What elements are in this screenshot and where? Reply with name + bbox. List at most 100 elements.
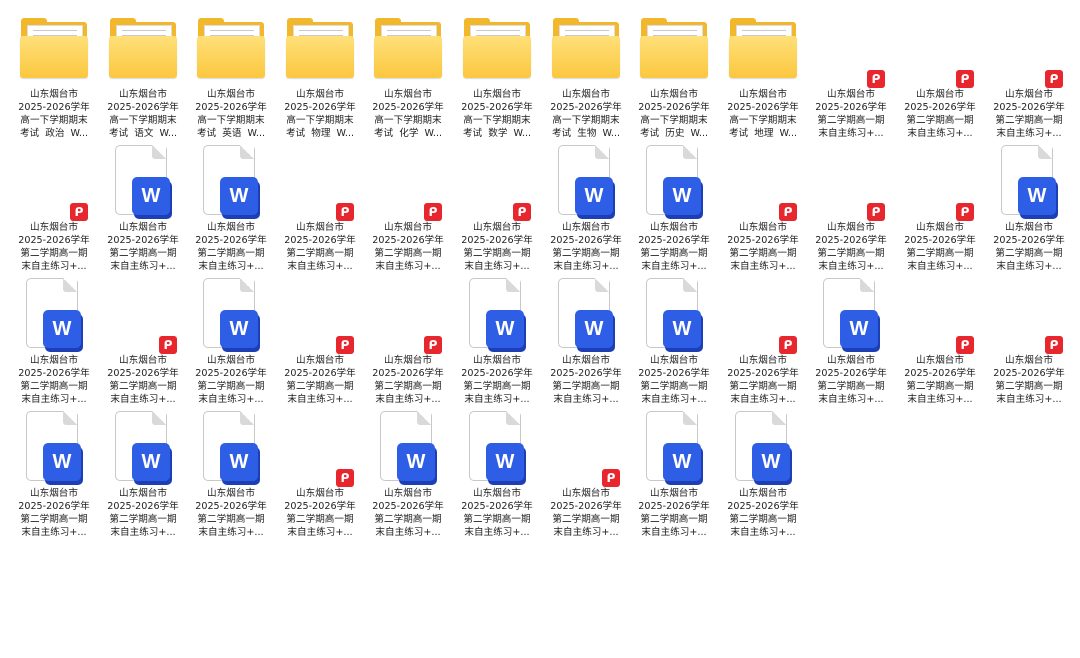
pdf-icon: ᑭ	[817, 143, 885, 221]
word-icon: W	[109, 143, 177, 221]
folder-item[interactable]: 山东烟台市 2025-2026学年 高一下学期期末 考试 语文 W...	[103, 8, 183, 139]
folder-item[interactable]: 山东烟台市 2025-2026学年 高一下学期期末 考试 物理 W...	[280, 8, 360, 139]
file-item[interactable]: W 山东烟台市 2025-2026学年 第二学期高一期 末自主练习+...	[723, 407, 803, 538]
page-fold	[63, 278, 77, 292]
file-item[interactable]: ᑭ 山东烟台市 2025-2026学年 第二学期高一期 末自主练习+...	[280, 407, 360, 538]
folder-item[interactable]: 山东烟台市 2025-2026学年 高一下学期期末 考试 历史 W...	[634, 8, 714, 139]
folder-item[interactable]: 山东烟台市 2025-2026学年 高一下学期期末 考试 生物 W...	[546, 8, 626, 139]
folder-icon	[640, 10, 708, 88]
file-item[interactable]: ᑭ 山东烟台市 2025-2026学年 第二学期高一期 末自主练习+...	[989, 8, 1069, 139]
word-badge-icon: W	[575, 310, 613, 348]
page-fold	[240, 411, 254, 425]
file-name-label: 山东烟台市 2025-2026学年 第二学期高一期 末自主练习+...	[815, 222, 887, 272]
file-name-label: 山东烟台市 2025-2026学年 第二学期高一期 末自主练习+...	[638, 355, 710, 405]
file-item[interactable]: ᑭ 山东烟台市 2025-2026学年 第二学期高一期 末自主练习+...	[900, 141, 980, 272]
word-badge-icon: W	[752, 443, 790, 481]
file-item[interactable]: ᑭ 山东烟台市 2025-2026学年 第二学期高一期 末自主练习+...	[811, 141, 891, 272]
folder-item[interactable]: 山东烟台市 2025-2026学年 高一下学期期末 考试 数学 W...	[457, 8, 537, 139]
folder-item[interactable]: 山东烟台市 2025-2026学年 高一下学期期末 考试 地理 W...	[723, 8, 803, 139]
file-item[interactable]: W 山东烟台市 2025-2026学年 第二学期高一期 末自主练习+...	[634, 407, 714, 538]
file-name-label: 山东烟台市 2025-2026学年 第二学期高一期 末自主练习+...	[284, 488, 356, 538]
file-item[interactable]: W 山东烟台市 2025-2026学年 第二学期高一期 末自主练习+...	[634, 274, 714, 405]
file-item[interactable]: W 山东烟台市 2025-2026学年 第二学期高一期 末自主练习+...	[103, 407, 183, 538]
file-name-label: 山东烟台市 2025-2026学年 第二学期高一期 末自主练习+...	[727, 355, 799, 405]
file-item[interactable]: ᑭ 山东烟台市 2025-2026学年 第二学期高一期 末自主练习+...	[14, 141, 94, 272]
file-item[interactable]: W 山东烟台市 2025-2026学年 第二学期高一期 末自主练习+...	[103, 141, 183, 272]
file-name-label: 山东烟台市 2025-2026学年 第二学期高一期 末自主练习+...	[107, 222, 179, 272]
page-fold	[63, 411, 77, 425]
file-item[interactable]: W 山东烟台市 2025-2026学年 第二学期高一期 末自主练习+...	[14, 407, 94, 538]
file-item[interactable]: ᑭ 山东烟台市 2025-2026学年 第二学期高一期 末自主练习+...	[368, 141, 448, 272]
file-name-label: 山东烟台市 2025-2026学年 第二学期高一期 末自主练习+...	[284, 222, 356, 272]
folder-icon	[197, 10, 265, 88]
file-item[interactable]: ᑭ 山东烟台市 2025-2026学年 第二学期高一期 末自主练习+...	[457, 141, 537, 272]
word-icon: W	[640, 409, 708, 487]
page-fold	[683, 411, 697, 425]
pdf-badge-icon: ᑭ	[867, 70, 885, 88]
file-item[interactable]: W 山东烟台市 2025-2026学年 第二学期高一期 末自主练习+...	[989, 141, 1069, 272]
file-item[interactable]: ᑭ 山东烟台市 2025-2026学年 第二学期高一期 末自主练习+...	[811, 8, 891, 139]
file-item[interactable]: ᑭ 山东烟台市 2025-2026学年 第二学期高一期 末自主练习+...	[900, 8, 980, 139]
pdf-badge-icon: ᑭ	[779, 203, 797, 221]
file-name-label: 山东烟台市 2025-2026学年 第二学期高一期 末自主练习+...	[18, 222, 90, 272]
pdf-badge-icon: ᑭ	[336, 469, 354, 487]
pdf-badge-icon: ᑭ	[1045, 336, 1063, 354]
file-item[interactable]: W 山东烟台市 2025-2026学年 第二学期高一期 末自主练习+...	[634, 141, 714, 272]
file-item[interactable]: W 山东烟台市 2025-2026学年 第二学期高一期 末自主练习+...	[191, 274, 271, 405]
word-badge-icon: W	[43, 310, 81, 348]
page-fold	[683, 145, 697, 159]
pdf-badge-icon: ᑭ	[779, 336, 797, 354]
file-item[interactable]: ᑭ 山东烟台市 2025-2026学年 第二学期高一期 末自主练习+...	[900, 274, 980, 405]
folder-icon	[109, 10, 177, 88]
pdf-badge-icon: ᑭ	[336, 336, 354, 354]
file-name-label: 山东烟台市 2025-2026学年 高一下学期期末 考试 政治 W...	[18, 89, 90, 139]
file-name-label: 山东烟台市 2025-2026学年 第二学期高一期 末自主练习+...	[195, 222, 267, 272]
file-item[interactable]: W 山东烟台市 2025-2026学年 第二学期高一期 末自主练习+...	[546, 274, 626, 405]
file-name-label: 山东烟台市 2025-2026学年 高一下学期期末 考试 物理 W...	[284, 89, 356, 139]
word-icon: W	[197, 276, 265, 354]
file-item[interactable]: W 山东烟台市 2025-2026学年 第二学期高一期 末自主练习+...	[457, 274, 537, 405]
folder-front	[463, 36, 531, 78]
file-item[interactable]: ᑭ 山东烟台市 2025-2026学年 第二学期高一期 末自主练习+...	[723, 274, 803, 405]
word-badge-icon: W	[132, 177, 170, 215]
file-name-label: 山东烟台市 2025-2026学年 第二学期高一期 末自主练习+...	[815, 355, 887, 405]
pdf-badge-icon: ᑭ	[159, 336, 177, 354]
folder-front	[197, 36, 265, 78]
file-item[interactable]: W 山东烟台市 2025-2026学年 第二学期高一期 末自主练习+...	[191, 141, 271, 272]
file-item[interactable]: W 山东烟台市 2025-2026学年 第二学期高一期 末自主练习+...	[14, 274, 94, 405]
file-item[interactable]: W 山东烟台市 2025-2026学年 第二学期高一期 末自主练习+...	[191, 407, 271, 538]
file-name-label: 山东烟台市 2025-2026学年 高一下学期期末 考试 英语 W...	[195, 89, 267, 139]
word-icon: W	[109, 409, 177, 487]
file-item[interactable]: ᑭ 山东烟台市 2025-2026学年 第二学期高一期 末自主练习+...	[103, 274, 183, 405]
pdf-icon: ᑭ	[995, 10, 1063, 88]
page-fold	[1038, 145, 1052, 159]
pdf-badge-icon: ᑭ	[424, 203, 442, 221]
folder-item[interactable]: 山东烟台市 2025-2026学年 高一下学期期末 考试 化学 W...	[368, 8, 448, 139]
file-item[interactable]: W 山东烟台市 2025-2026学年 第二学期高一期 末自主练习+...	[368, 407, 448, 538]
file-name-label: 山东烟台市 2025-2026学年 第二学期高一期 末自主练习+...	[372, 355, 444, 405]
page-fold	[683, 278, 697, 292]
word-badge-icon: W	[132, 443, 170, 481]
pdf-badge-icon: ᑭ	[1045, 70, 1063, 88]
file-item[interactable]: W 山东烟台市 2025-2026学年 第二学期高一期 末自主练习+...	[811, 274, 891, 405]
file-item[interactable]: ᑭ 山东烟台市 2025-2026学年 第二学期高一期 末自主练习+...	[280, 274, 360, 405]
file-name-label: 山东烟台市 2025-2026学年 第二学期高一期 末自主练习+...	[815, 89, 887, 139]
file-name-label: 山东烟台市 2025-2026学年 高一下学期期末 考试 化学 W...	[372, 89, 444, 139]
file-name-label: 山东烟台市 2025-2026学年 第二学期高一期 末自主练习+...	[284, 355, 356, 405]
pdf-icon: ᑭ	[906, 143, 974, 221]
file-name-label: 山东烟台市 2025-2026学年 第二学期高一期 末自主练习+...	[18, 488, 90, 538]
folder-item[interactable]: 山东烟台市 2025-2026学年 高一下学期期末 考试 政治 W...	[14, 8, 94, 139]
file-item[interactable]: ᑭ 山东烟台市 2025-2026学年 第二学期高一期 末自主练习+...	[546, 407, 626, 538]
file-name-label: 山东烟台市 2025-2026学年 第二学期高一期 末自主练习+...	[993, 89, 1065, 139]
file-item[interactable]: ᑭ 山东烟台市 2025-2026学年 第二学期高一期 末自主练习+...	[723, 141, 803, 272]
file-item[interactable]: ᑭ 山东烟台市 2025-2026学年 第二学期高一期 末自主练习+...	[368, 274, 448, 405]
word-icon: W	[817, 276, 885, 354]
file-item[interactable]: ᑭ 山东烟台市 2025-2026学年 第二学期高一期 末自主练习+...	[989, 274, 1069, 405]
file-item[interactable]: W 山东烟台市 2025-2026学年 第二学期高一期 末自主练习+...	[546, 141, 626, 272]
file-name-label: 山东烟台市 2025-2026学年 第二学期高一期 末自主练习+...	[461, 488, 533, 538]
file-name-label: 山东烟台市 2025-2026学年 高一下学期期末 考试 生物 W...	[550, 89, 622, 139]
file-item[interactable]: W 山东烟台市 2025-2026学年 第二学期高一期 末自主练习+...	[457, 407, 537, 538]
file-item[interactable]: ᑭ 山东烟台市 2025-2026学年 第二学期高一期 末自主练习+...	[280, 141, 360, 272]
page-fold	[152, 145, 166, 159]
folder-item[interactable]: 山东烟台市 2025-2026学年 高一下学期期末 考试 英语 W...	[191, 8, 271, 139]
